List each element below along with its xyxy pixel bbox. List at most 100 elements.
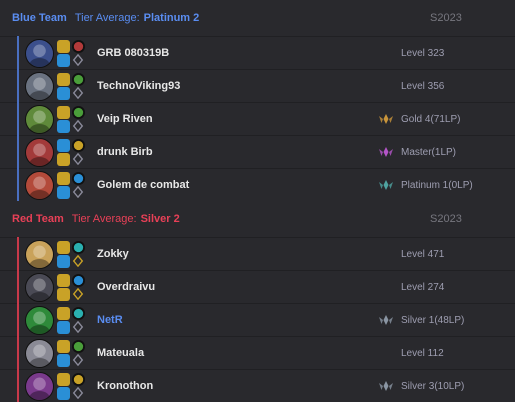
champion-portrait[interactable] — [25, 339, 54, 368]
rune-set — [72, 172, 86, 199]
master-emblem-icon — [378, 145, 394, 159]
summoner-spell-icon[interactable] — [57, 73, 70, 86]
player-name[interactable]: Mateuala — [97, 337, 144, 370]
rune-set — [72, 139, 86, 166]
secondary-rune-icon[interactable] — [72, 54, 84, 66]
keystone-rune-icon[interactable] — [72, 139, 85, 152]
summoner-spell-icon[interactable] — [57, 87, 70, 100]
summoner-spell-icon[interactable] — [57, 307, 70, 320]
summoner-spell-icon[interactable] — [57, 54, 70, 67]
red-season-label: S2023 — [430, 213, 462, 225]
champion-portrait[interactable] — [25, 138, 54, 167]
summoner-spells — [57, 241, 71, 269]
player-name[interactable]: TechnoViking93 — [97, 70, 180, 103]
keystone-rune-icon[interactable] — [72, 73, 85, 86]
secondary-rune-icon[interactable] — [72, 186, 84, 198]
player-name[interactable]: NetR — [97, 304, 123, 337]
player-row[interactable]: NetR Silver 1(48LP) — [0, 303, 515, 336]
keystone-rune-icon[interactable] — [72, 373, 85, 386]
player-row[interactable]: Kronothon Silver 3(10LP) — [0, 369, 515, 402]
red-tier-label: Tier Average: — [71, 213, 137, 225]
platinum-emblem-icon — [378, 178, 394, 192]
player-row[interactable]: Golem de combat Platinum 1(0LP) — [0, 168, 515, 201]
summoner-spell-icon[interactable] — [57, 120, 70, 133]
player-name[interactable]: drunk Birb — [97, 136, 153, 169]
secondary-rune-icon[interactable] — [72, 321, 84, 333]
secondary-rune-icon[interactable] — [72, 120, 84, 132]
summoner-spell-icon[interactable] — [57, 354, 70, 367]
player-rank: Silver 1(48LP) — [401, 315, 465, 326]
summoner-spell-icon[interactable] — [57, 288, 70, 301]
player-row[interactable]: GRB 080319B Level 323 — [0, 36, 515, 69]
red-team-name: Red Team — [12, 213, 64, 225]
summoner-spell-icon[interactable] — [57, 40, 70, 53]
gold-emblem-icon — [378, 112, 394, 126]
champion-portrait[interactable] — [25, 372, 54, 401]
keystone-rune-icon[interactable] — [72, 106, 85, 119]
blue-team-name: Blue Team — [12, 12, 67, 24]
player-name[interactable]: Zokky — [97, 238, 129, 271]
rune-set — [72, 373, 86, 400]
keystone-rune-icon[interactable] — [72, 340, 85, 353]
summoner-spell-icon[interactable] — [57, 387, 70, 400]
player-rank: Silver 3(10LP) — [401, 381, 465, 392]
keystone-rune-icon[interactable] — [72, 172, 85, 185]
keystone-rune-icon[interactable] — [72, 274, 85, 287]
summoner-spell-icon[interactable] — [57, 153, 70, 166]
blue-team-player-list: GRB 080319B Level 323 TechnoViking93 Level … — [0, 36, 515, 201]
summoner-spell-icon[interactable] — [57, 340, 70, 353]
red-team-header: Red Team Tier Average: Silver 2 S2023 — [0, 201, 515, 237]
player-name[interactable]: Veip Riven — [97, 103, 153, 136]
rune-set — [72, 340, 86, 367]
player-row[interactable]: Zokky Level 471 — [0, 237, 515, 270]
secondary-rune-icon[interactable] — [72, 288, 84, 300]
rune-set — [72, 73, 86, 100]
red-tier-value: Silver 2 — [140, 213, 180, 225]
keystone-rune-icon[interactable] — [72, 307, 85, 320]
blue-season-label: S2023 — [430, 12, 462, 24]
secondary-rune-icon[interactable] — [72, 255, 84, 267]
player-name[interactable]: Kronothon — [97, 370, 153, 402]
champion-portrait[interactable] — [25, 72, 54, 101]
keystone-rune-icon[interactable] — [72, 40, 85, 53]
secondary-rune-icon[interactable] — [72, 87, 84, 99]
champion-portrait[interactable] — [25, 240, 54, 269]
player-name[interactable]: Overdraivu — [97, 271, 155, 304]
summoner-spell-icon[interactable] — [57, 241, 70, 254]
player-row[interactable]: Overdraivu Level 274 — [0, 270, 515, 303]
player-name[interactable]: Golem de combat — [97, 169, 189, 202]
player-rank: Platinum 1(0LP) — [401, 180, 473, 191]
summoner-spell-icon[interactable] — [57, 255, 70, 268]
champion-portrait[interactable] — [25, 273, 54, 302]
champion-portrait[interactable] — [25, 105, 54, 134]
secondary-rune-icon[interactable] — [72, 354, 84, 366]
rune-set — [72, 106, 86, 133]
keystone-rune-icon[interactable] — [72, 241, 85, 254]
summoner-spells — [57, 373, 71, 401]
player-row[interactable]: Veip Riven Gold 4(71LP) — [0, 102, 515, 135]
player-row[interactable]: TechnoViking93 Level 356 — [0, 69, 515, 102]
summoner-spell-icon[interactable] — [57, 274, 70, 287]
champion-portrait[interactable] — [25, 39, 54, 68]
player-row[interactable]: drunk Birb Master(1LP) — [0, 135, 515, 168]
champion-portrait[interactable] — [25, 171, 54, 200]
rune-set — [72, 274, 86, 301]
player-name[interactable]: GRB 080319B — [97, 37, 169, 70]
player-rank: Level 274 — [401, 282, 445, 293]
summoner-spell-icon[interactable] — [57, 321, 70, 334]
secondary-rune-icon[interactable] — [72, 153, 84, 165]
summoner-spell-icon[interactable] — [57, 106, 70, 119]
red-team-player-list: Zokky Level 471 Overdraivu Level 274 NetR Sil… — [0, 237, 515, 402]
blue-tier-value: Platinum 2 — [143, 12, 200, 24]
silver-emblem-icon — [378, 379, 394, 393]
secondary-rune-icon[interactable] — [72, 387, 84, 399]
summoner-spell-icon[interactable] — [57, 139, 70, 152]
player-rank: Master(1LP) — [401, 147, 457, 158]
summoner-spell-icon[interactable] — [57, 373, 70, 386]
summoner-spells — [57, 40, 71, 68]
summoner-spell-icon[interactable] — [57, 186, 70, 199]
player-row[interactable]: Mateuala Level 112 — [0, 336, 515, 369]
champion-portrait[interactable] — [25, 306, 54, 335]
summoner-spell-icon[interactable] — [57, 172, 70, 185]
player-rank: Level 323 — [401, 48, 445, 59]
